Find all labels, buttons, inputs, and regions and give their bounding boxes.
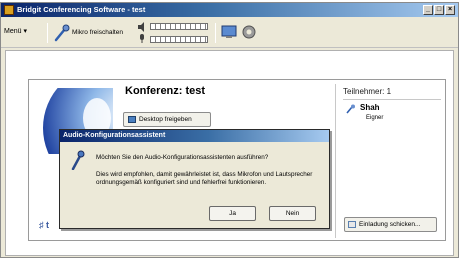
wizard-icon xyxy=(71,150,85,170)
share-desktop-label: Desktop freigeben xyxy=(139,116,192,123)
toolbar: Menü ▾ Mikro freischalten xyxy=(1,18,458,48)
menu-button[interactable]: Menü ▾ xyxy=(4,27,27,35)
participant-name[interactable]: Shah xyxy=(360,103,380,112)
audio-wizard-dialog: Audio-Konfigurationsassistent Möchten Si… xyxy=(59,129,330,229)
close-button[interactable]: × xyxy=(445,5,455,15)
maximize-button[interactable]: □ xyxy=(434,5,444,15)
dialog-title[interactable]: Audio-Konfigurationsassistent xyxy=(60,130,329,142)
send-invitation-label: Einladung schicken... xyxy=(359,221,421,228)
send-invitation-button[interactable]: Einladung schicken... xyxy=(344,217,437,232)
app-icon xyxy=(4,5,14,15)
microphone-volume-meter[interactable] xyxy=(150,36,208,43)
participant-role: Eigner xyxy=(366,115,384,121)
settings-icon[interactable] xyxy=(241,24,257,40)
desktop-share-icon[interactable] xyxy=(221,24,237,40)
yes-button[interactable]: Ja xyxy=(209,206,256,221)
participant-icon xyxy=(346,104,355,114)
mute-button-label[interactable]: Mikro freischalten xyxy=(72,29,123,36)
speaker-icon[interactable] xyxy=(137,22,147,32)
window-title: Bridgit Conferencing Software - test xyxy=(17,5,146,14)
side-icons: ♯ t xyxy=(39,220,49,230)
dialog-info: Dies wird empfohlen, damit gewährleistet… xyxy=(96,171,313,186)
dialog-question: Möchten Sie den Audio-Konfigurationsassi… xyxy=(96,154,269,161)
title-bar[interactable]: Bridgit Conferencing Software - test _ □… xyxy=(1,3,458,17)
minimize-button[interactable]: _ xyxy=(423,5,433,15)
invitation-icon xyxy=(348,221,356,228)
desktop-icon xyxy=(128,116,136,123)
participants-header: Teilnehmer: 1 xyxy=(343,87,392,96)
toolbar-separator xyxy=(215,23,216,43)
microphone-icon[interactable] xyxy=(137,34,147,44)
share-desktop-button[interactable]: Desktop freigeben xyxy=(123,112,211,127)
panel-divider xyxy=(335,84,336,238)
microphone-muted-icon[interactable] xyxy=(53,24,71,42)
participants-divider xyxy=(343,99,441,100)
speaker-volume-meter[interactable] xyxy=(150,23,208,30)
toolbar-separator xyxy=(47,23,48,43)
conference-title: Konferenz: test xyxy=(125,85,206,97)
no-button[interactable]: Nein xyxy=(269,206,316,221)
